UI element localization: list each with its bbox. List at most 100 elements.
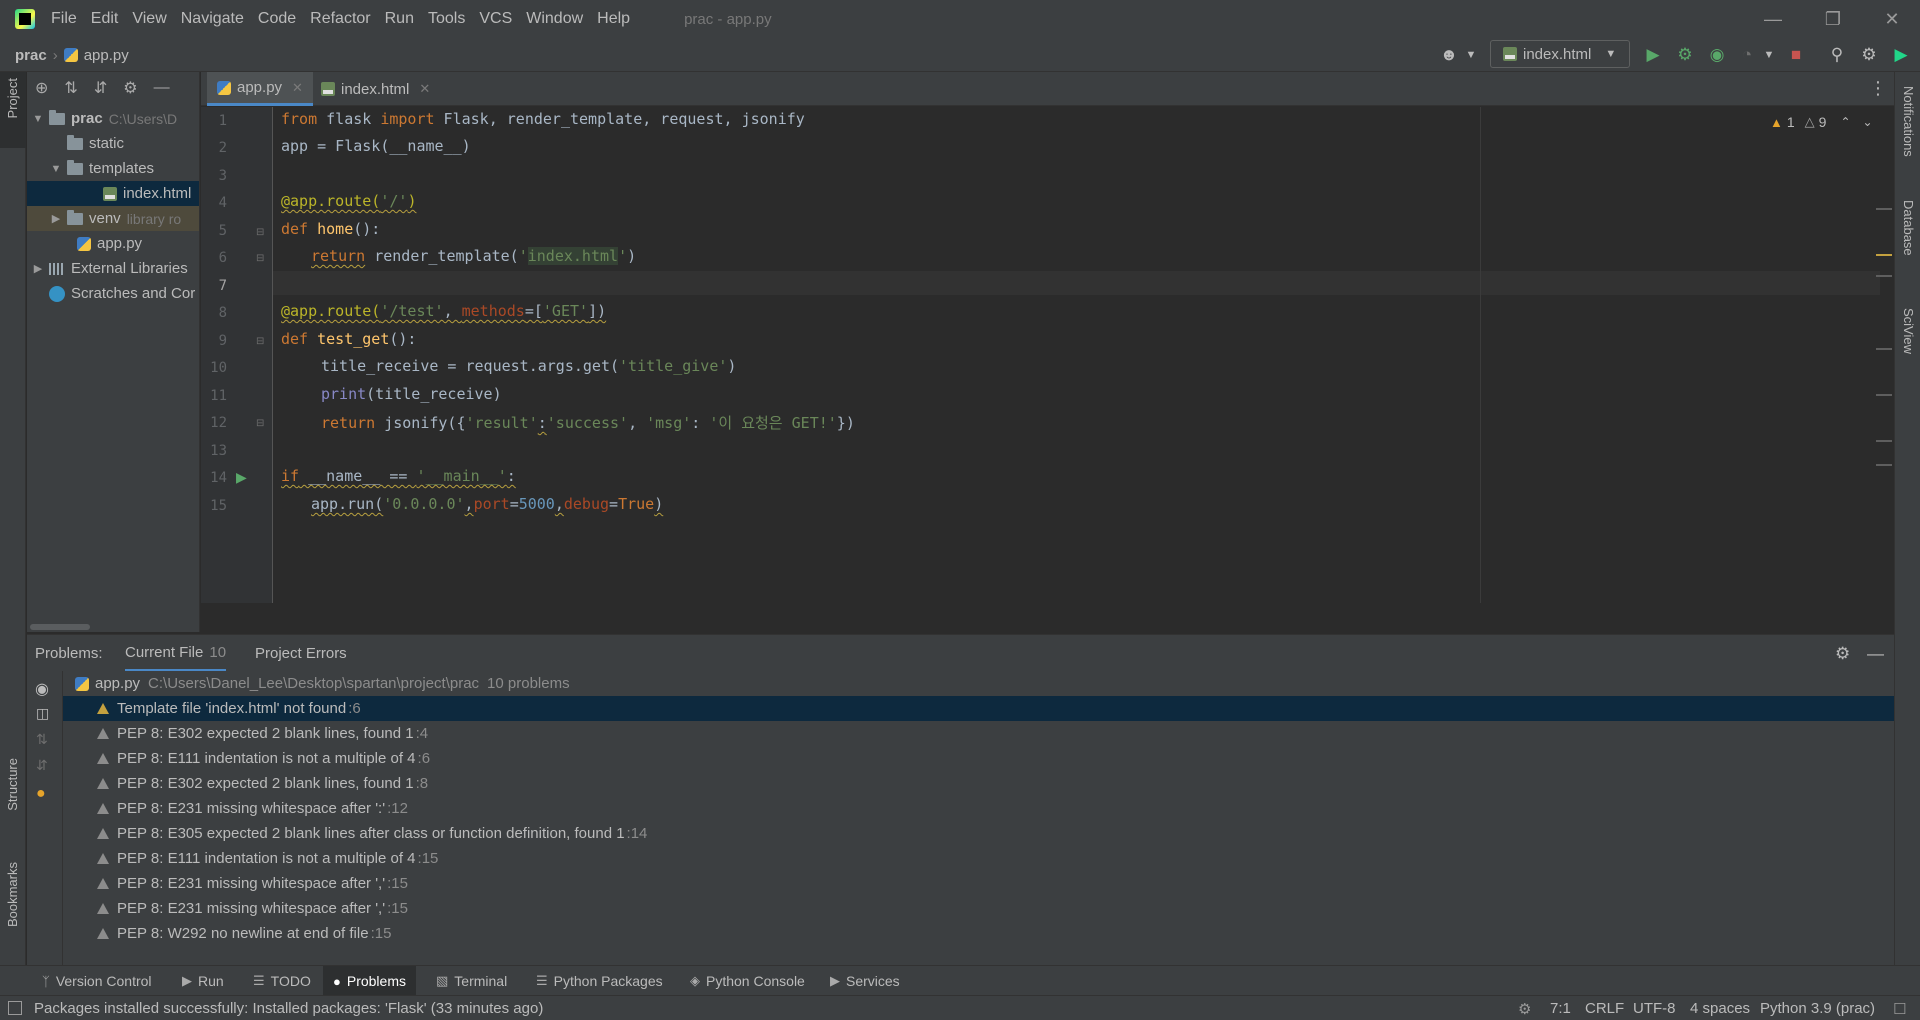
problem-row[interactable]: Template file 'index.html' not found :6 — [63, 696, 1894, 721]
hide-icon[interactable]: — — [154, 79, 170, 97]
python-interpreter[interactable]: Python 3.9 (prac) — [1760, 996, 1875, 1020]
debug-icon[interactable]: ⚙ — [1674, 44, 1696, 66]
expand-all-icon[interactable]: ⇅ — [36, 731, 48, 748]
tree-item-prac[interactable]: ▼ prac C:\Users\D — [27, 106, 199, 131]
tree-item-index-html[interactable]: index.html — [27, 181, 199, 206]
collapse-all-icon[interactable]: ⇵ — [94, 78, 107, 98]
tool-tab-terminal[interactable]: ▧ Terminal — [426, 966, 517, 996]
breadcrumb-project[interactable]: prac — [15, 47, 47, 64]
tool-tab-python-console[interactable]: ◈ Python Console — [680, 966, 815, 996]
tree-item-templates[interactable]: ▼ templates — [27, 156, 199, 181]
menu-run[interactable]: Run — [385, 10, 414, 28]
tool-tab-version-control[interactable]: ᛉ Version Control — [32, 966, 162, 996]
next-highlight-icon[interactable]: ⌄ — [1863, 115, 1873, 129]
hide-icon[interactable]: — — [1867, 635, 1884, 672]
problem-row[interactable]: PEP 8: E231 missing whitespace after ':'… — [63, 796, 1894, 821]
editor-vertical-scrollbar[interactable] — [1880, 110, 1894, 560]
problem-row[interactable]: PEP 8: W292 no newline at end of file :1… — [63, 921, 1894, 946]
tool-tab-python-packages[interactable]: ☰ Python Packages — [526, 966, 673, 996]
locate-icon[interactable]: ⊕ — [35, 78, 48, 98]
expand-all-icon[interactable]: ⇅ — [64, 78, 77, 98]
lock-icon[interactable]: ☐ — [1893, 996, 1906, 1020]
problem-row[interactable]: PEP 8: E305 expected 2 blank lines after… — [63, 821, 1894, 846]
gear-icon[interactable]: ⚙ — [1858, 44, 1880, 66]
gear-icon[interactable]: ⚙ — [123, 78, 137, 98]
status-message[interactable]: Packages installed successfully: Install… — [34, 996, 543, 1020]
line-separator[interactable]: CRLF — [1585, 996, 1624, 1020]
user-icon[interactable]: ☻ — [1438, 44, 1460, 66]
menu-refactor[interactable]: Refactor — [310, 10, 370, 28]
problem-row[interactable]: PEP 8: E111 indentation is not a multipl… — [63, 746, 1894, 771]
caret-position[interactable]: 7:1 — [1550, 996, 1571, 1020]
warning-stripe-mark[interactable] — [1876, 254, 1892, 256]
more-options-icon[interactable]: ⋮ — [1869, 78, 1887, 99]
indent-setting[interactable]: 4 spaces — [1690, 996, 1750, 1020]
inspection-widget[interactable]: ▲ 1 △ 9 ⌃ ⌄ — [1770, 114, 1873, 130]
database-tool-tab[interactable]: Database — [1901, 200, 1916, 256]
problem-row[interactable]: PEP 8: E302 expected 2 blank lines, foun… — [63, 771, 1894, 796]
chevron-down-icon[interactable]: ▼ — [1460, 44, 1482, 66]
run-gutter-icon[interactable]: ▶ — [236, 469, 247, 486]
background-tasks-icon[interactable]: ⚙ — [1518, 996, 1531, 1020]
tab-app-py[interactable]: app.py ✕ — [207, 72, 313, 106]
chevron-right-icon[interactable]: ▶ — [49, 212, 63, 225]
menu-view[interactable]: View — [132, 10, 166, 28]
structure-tool-tab[interactable]: Structure — [5, 758, 20, 811]
run-configuration-select[interactable]: index.html ▼ — [1490, 40, 1630, 68]
tree-item-scratches[interactable]: Scratches and Cor — [27, 281, 199, 306]
fold-icon[interactable]: ⊟ — [256, 418, 264, 429]
tree-item-external-libraries[interactable]: ▶ External Libraries — [27, 256, 199, 281]
error-stripe-mark[interactable] — [1876, 208, 1892, 210]
gear-icon[interactable]: ⚙ — [1835, 635, 1850, 672]
tool-tab-todo[interactable]: ☰ TODO — [243, 966, 321, 996]
tool-tab-run[interactable]: ▶ Run — [172, 966, 234, 996]
notifications-tool-tab[interactable]: Notifications — [1901, 86, 1916, 157]
tab-project-errors[interactable]: Project Errors — [255, 635, 347, 672]
breadcrumb-file[interactable]: app.py — [84, 47, 129, 64]
more-run-chevron-icon[interactable]: ▼ — [1758, 44, 1780, 66]
problem-row[interactable]: PEP 8: E302 expected 2 blank lines, foun… — [63, 721, 1894, 746]
profile-icon[interactable]: ◔ — [1736, 44, 1758, 66]
menu-edit[interactable]: Edit — [91, 10, 119, 28]
previous-highlight-icon[interactable]: ⌃ — [1840, 115, 1850, 129]
chevron-right-icon[interactable]: ▶ — [31, 262, 45, 275]
collapse-all-icon[interactable]: ⇵ — [36, 757, 48, 774]
fold-icon[interactable]: ⊟ — [256, 253, 264, 264]
menu-help[interactable]: Help — [597, 10, 630, 28]
chevron-down-icon[interactable]: ▼ — [31, 113, 45, 125]
problem-row[interactable]: PEP 8: E231 missing whitespace after ','… — [63, 871, 1894, 896]
error-stripe-mark[interactable] — [1876, 394, 1892, 396]
code-with-me-icon[interactable]: ▶ — [1890, 44, 1912, 66]
coverage-icon[interactable]: ◉ — [1706, 44, 1728, 66]
error-stripe-mark[interactable] — [1876, 464, 1892, 466]
error-stripe-mark[interactable] — [1876, 275, 1892, 277]
eye-icon[interactable]: ◉ — [35, 679, 49, 699]
preview-icon[interactable]: ◫ — [36, 705, 49, 722]
file-encoding[interactable]: UTF-8 — [1633, 996, 1676, 1020]
search-icon[interactable]: ⚲ — [1826, 44, 1848, 66]
close-tab-icon[interactable]: ✕ — [419, 81, 430, 97]
tab-index-html[interactable]: index.html ✕ — [311, 72, 440, 106]
fold-icon[interactable]: ⊟ — [256, 227, 264, 238]
project-horizontal-scrollbar[interactable] — [30, 624, 90, 630]
project-tool-tab[interactable]: Project — [0, 72, 26, 148]
menu-tools[interactable]: Tools — [428, 10, 465, 28]
tool-tab-services[interactable]: ▶ Services — [820, 966, 910, 996]
tool-tab-problems[interactable]: ● Problems — [323, 966, 416, 996]
menu-code[interactable]: Code — [258, 10, 296, 28]
minimize-icon[interactable]: — — [1745, 0, 1801, 38]
toggle-tool-windows-icon[interactable] — [8, 1001, 22, 1015]
close-icon[interactable]: ✕ — [1864, 0, 1920, 38]
run-icon[interactable]: ▶ — [1642, 44, 1664, 66]
problem-row[interactable]: PEP 8: E231 missing whitespace after ','… — [63, 896, 1894, 921]
menu-window[interactable]: Window — [526, 10, 583, 28]
tree-item-app-py[interactable]: app.py — [27, 231, 199, 256]
menu-navigate[interactable]: Navigate — [181, 10, 244, 28]
tree-item-static[interactable]: static — [27, 131, 199, 156]
stop-icon[interactable]: ■ — [1785, 44, 1807, 66]
problems-file-row[interactable]: app.py C:\Users\Danel_Lee\Desktop\sparta… — [63, 671, 1894, 696]
close-tab-icon[interactable]: ✕ — [292, 80, 303, 96]
chevron-down-icon[interactable]: ▼ — [49, 163, 63, 175]
sciview-tool-tab[interactable]: SciView — [1901, 308, 1916, 354]
lightbulb-icon[interactable]: ● — [36, 785, 46, 803]
